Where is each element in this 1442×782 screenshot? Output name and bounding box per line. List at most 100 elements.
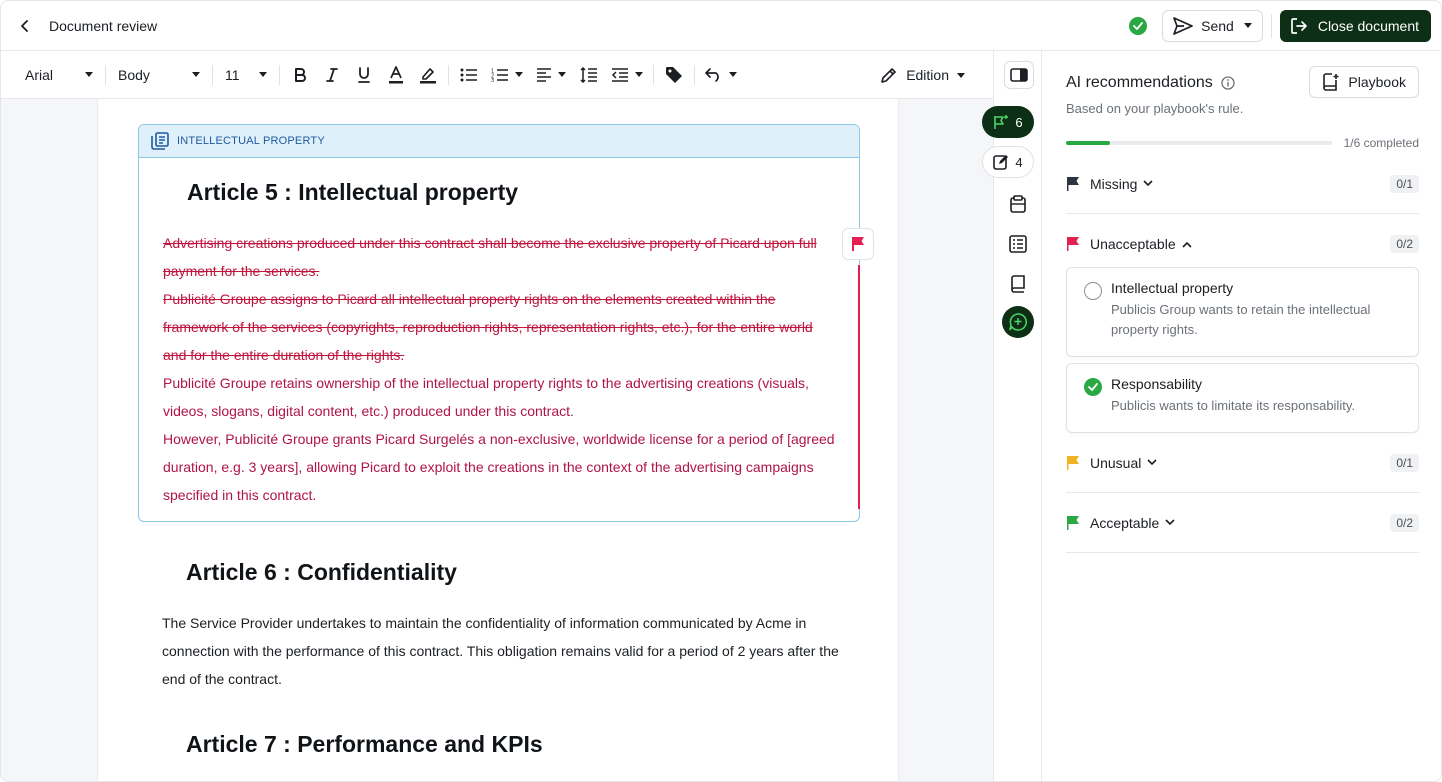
list-icon — [1009, 235, 1027, 253]
font-size-select[interactable]: 11 — [217, 61, 275, 89]
progress-bar — [1066, 141, 1332, 145]
document-page[interactable]: INTELLECTUAL PROPERTY Article 5 : Intell… — [97, 99, 899, 781]
playbook-label: Playbook — [1348, 74, 1406, 90]
flag-sparkle-icon — [994, 115, 1009, 129]
font-family-value: Arial — [25, 66, 54, 83]
flag-icon — [1067, 455, 1079, 470]
progress-fill — [1066, 141, 1111, 145]
toggle-panel-button[interactable] — [1004, 61, 1034, 89]
close-document-button[interactable]: Close document — [1279, 9, 1431, 42]
section-label: Unusual — [1090, 454, 1142, 471]
bullet-list-button[interactable] — [453, 60, 485, 90]
caret-down-icon — [85, 72, 93, 77]
top-bar: Document review Send Close document — [1, 1, 1441, 51]
info-icon[interactable] — [1221, 76, 1235, 90]
outline-button[interactable] — [1006, 232, 1030, 256]
caret-down-icon — [515, 72, 523, 77]
text-style-select[interactable]: Body — [110, 61, 208, 89]
line-spacing-button[interactable] — [573, 60, 605, 90]
article-6-body[interactable]: The Service Provider undertakes to maint… — [162, 609, 842, 693]
send-button[interactable]: Send — [1162, 9, 1263, 42]
progress-label: 1/6 completed — [1343, 136, 1419, 150]
section-count: 0/2 — [1390, 235, 1419, 253]
text-color-icon — [389, 65, 403, 83]
indent-button[interactable] — [605, 60, 649, 90]
chevron-up-icon — [1182, 241, 1192, 248]
editor-area: INTELLECTUAL PROPERTY Article 5 : Intell… — [1, 99, 993, 781]
chevron-down-icon — [1143, 180, 1154, 187]
bullet-list-icon — [460, 68, 477, 81]
section-label: Missing — [1090, 175, 1138, 192]
close-document-label: Close document — [1317, 17, 1419, 34]
section-label: Acceptable — [1090, 514, 1160, 531]
divider — [448, 64, 449, 85]
playbook-rail-button[interactable] — [1006, 272, 1030, 296]
panel-title: AI recommendations — [1066, 74, 1235, 92]
unchecked-circle-icon[interactable] — [1084, 282, 1102, 300]
side-rail: 6 4 — [982, 51, 1042, 781]
card-description: Publicis wants to limitate its responsab… — [1111, 398, 1355, 413]
document-title: Document review — [49, 17, 158, 34]
formatting-toolbar: Arial Body 11 123 Edition — [1, 51, 993, 99]
italic-button[interactable] — [316, 60, 348, 90]
recommendations-count-button[interactable]: 6 — [982, 106, 1034, 138]
article-5-title: Article 5 : Intellectual property — [187, 179, 519, 205]
flag-icon — [852, 237, 864, 251]
clause-flag-button[interactable] — [842, 228, 874, 260]
section-unacceptable[interactable]: Unacceptable 0/2 — [1066, 214, 1419, 274]
highlighter-icon — [420, 67, 436, 83]
underline-icon — [358, 66, 370, 83]
caret-down-icon — [558, 72, 566, 77]
align-button[interactable] — [529, 60, 573, 90]
recommendation-card[interactable]: Responsability Publicis wants to limitat… — [1066, 363, 1419, 433]
ai-chat-button[interactable] — [1002, 306, 1034, 338]
edits-count: 4 — [1015, 154, 1023, 170]
align-left-icon — [537, 67, 551, 82]
section-missing[interactable]: Missing 0/1 — [1066, 154, 1419, 214]
send-icon — [1173, 16, 1193, 35]
recommendations-count: 6 — [1015, 114, 1023, 130]
undo-button[interactable] — [699, 60, 743, 90]
pencil-icon — [881, 68, 896, 83]
indent-icon — [611, 67, 628, 82]
tag-button[interactable] — [658, 60, 690, 90]
flag-icon — [1067, 515, 1079, 530]
section-label: Unacceptable — [1090, 236, 1176, 252]
panel-title-text: AI recommendations — [1066, 74, 1213, 91]
check-circle-icon — [1129, 16, 1148, 35]
font-size-value: 11 — [225, 66, 240, 83]
underline-button[interactable] — [348, 60, 380, 90]
numbered-list-button[interactable]: 123 — [485, 60, 529, 90]
deleted-text: Advertising creations produced under thi… — [163, 235, 817, 279]
edits-count-button[interactable]: 4 — [982, 146, 1034, 178]
text-style-value: Body — [118, 66, 150, 83]
section-unusual[interactable]: Unusual 0/1 — [1066, 433, 1419, 493]
edition-mode-button[interactable]: Edition — [880, 61, 965, 89]
article-6-title: Article 6 : Confidentiality — [186, 559, 457, 585]
clipboard-button[interactable] — [1006, 192, 1030, 216]
section-acceptable[interactable]: Acceptable 0/2 — [1066, 493, 1419, 553]
caret-down-icon — [729, 72, 737, 77]
chat-sparkle-icon — [1009, 313, 1027, 331]
chevron-left-icon — [21, 19, 28, 32]
check-circle-icon[interactable] — [1084, 378, 1102, 396]
inserted-text: Publicité Groupe retains ownership of th… — [163, 375, 809, 419]
caret-down-icon — [957, 72, 965, 78]
divider — [653, 64, 654, 85]
change-indicator — [858, 265, 860, 509]
text-color-button[interactable] — [380, 60, 412, 90]
back-button[interactable] — [15, 16, 35, 36]
line-spacing-icon — [580, 66, 597, 83]
article-5-body[interactable]: Advertising creations produced under thi… — [163, 229, 839, 509]
deleted-text: Publicité Groupe assigns to Picard all i… — [163, 291, 813, 363]
highlight-button[interactable] — [412, 60, 444, 90]
section-count: 0/1 — [1390, 453, 1419, 472]
bold-button[interactable] — [284, 60, 316, 90]
recommendation-card[interactable]: Intellectual property Publicis Group wan… — [1066, 267, 1419, 357]
sidebar-icon — [1010, 68, 1028, 82]
clause-block[interactable]: INTELLECTUAL PROPERTY Article 5 : Intell… — [138, 124, 860, 522]
font-family-select[interactable]: Arial — [17, 61, 101, 89]
clipboard-icon — [1010, 195, 1026, 213]
playbook-button[interactable]: Playbook — [1309, 66, 1419, 98]
send-label: Send — [1201, 17, 1234, 34]
